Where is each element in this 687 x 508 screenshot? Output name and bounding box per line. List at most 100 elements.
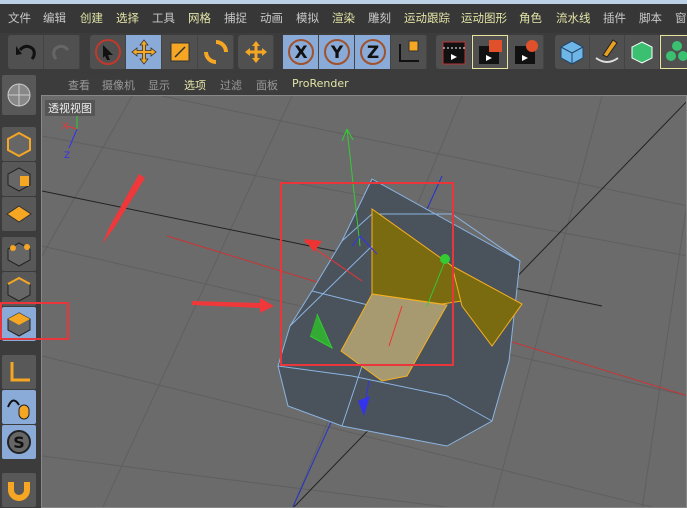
move-alt-group — [238, 35, 274, 69]
cube-button[interactable] — [555, 35, 590, 69]
tweak-mode-icon — [7, 399, 30, 420]
model-mode-icon — [7, 131, 31, 158]
perspective-viewport[interactable]: 透视视图 X Y Z — [41, 95, 687, 508]
menu-snap[interactable]: 捕捉 — [224, 10, 247, 26]
history-group — [8, 35, 80, 69]
tweak-mode-button[interactable] — [2, 390, 36, 424]
vp-menu-view[interactable]: 查看 — [68, 77, 90, 93]
subdivision-icon — [631, 41, 653, 64]
workplane-icon — [6, 205, 32, 223]
render-view-button[interactable] — [436, 35, 472, 69]
axis-mode-button[interactable] — [2, 355, 36, 389]
menu-script[interactable]: 脚本 — [639, 10, 662, 26]
menu-file[interactable]: 文件 — [8, 10, 31, 26]
z-axis-icon: Z — [359, 39, 386, 65]
redo-button[interactable] — [44, 35, 80, 69]
toolbar: X Y Z — [0, 33, 687, 71]
move-alt-button[interactable] — [238, 35, 274, 69]
move-button[interactable] — [126, 35, 162, 69]
menu-mesh[interactable]: 网格 — [188, 10, 211, 26]
menu-edit[interactable]: 编辑 — [43, 10, 66, 26]
world-coordinates-button[interactable] — [391, 35, 427, 69]
render-view-icon — [442, 41, 465, 65]
workplane-button[interactable] — [2, 197, 36, 231]
cube-icon — [560, 40, 584, 65]
make-editable-icon — [7, 83, 31, 107]
render-picture-viewer-button[interactable] — [472, 35, 508, 69]
move-icon — [130, 39, 157, 65]
z-axis-button[interactable]: Z — [355, 35, 391, 69]
make-editable-button[interactable] — [2, 75, 36, 115]
menu-motion-tracking[interactable]: 运动跟踪 — [404, 10, 450, 26]
menu-character[interactable]: 角色 — [519, 10, 542, 26]
svg-text:Z: Z — [366, 43, 378, 63]
render-picture-viewer-icon — [478, 40, 502, 64]
menu-tools[interactable]: 工具 — [152, 10, 175, 26]
objects-group — [555, 35, 687, 69]
rotate-button[interactable] — [198, 35, 234, 69]
rotate-icon — [203, 40, 228, 64]
viewport-menu: 查看 摄像机 显示 选项 过滤 面板 ProRender — [40, 73, 687, 95]
menu-sculpt[interactable]: 雕刻 — [368, 10, 391, 26]
menu-render[interactable]: 渲染 — [332, 10, 355, 26]
y-axis-button[interactable]: Y — [319, 35, 355, 69]
vp-menu-options[interactable]: 选项 — [184, 77, 206, 93]
svg-text:Z: Z — [64, 151, 70, 161]
snap-button[interactable] — [2, 473, 36, 507]
vp-menu-filter[interactable]: 过滤 — [220, 77, 242, 93]
vp-menu-cameras[interactable]: 摄像机 — [102, 77, 135, 93]
texture-mode-icon — [7, 167, 31, 192]
model-mode-button[interactable] — [2, 127, 36, 161]
annotation-arrows — [102, 174, 274, 313]
menu-animate[interactable]: 动画 — [260, 10, 283, 26]
menu-simulate[interactable]: 模拟 — [296, 10, 319, 26]
cloner-icon — [666, 41, 687, 61]
menu-pipeline[interactable]: 流水线 — [556, 10, 591, 26]
live-select-button[interactable] — [90, 35, 126, 69]
subdivision-button[interactable] — [625, 35, 660, 69]
x-axis-button[interactable]: X — [283, 35, 319, 69]
vp-menu-prorender[interactable]: ProRender — [292, 77, 349, 90]
y-axis-icon: Y — [323, 39, 350, 65]
svg-text:X: X — [294, 43, 307, 63]
edge-mode-button[interactable] — [2, 272, 36, 306]
undo-icon — [15, 44, 36, 60]
annotation-box-polygon-mode — [0, 302, 69, 340]
svg-text:Y: Y — [329, 43, 343, 63]
texture-mode-button[interactable] — [2, 162, 36, 196]
menu-window[interactable]: 窗 — [675, 10, 687, 26]
redo-icon — [51, 44, 69, 60]
left-mode-panel: S — [0, 71, 40, 508]
solo-button[interactable]: S — [2, 425, 36, 459]
edge-mode-icon — [7, 276, 31, 302]
world-coordinates-icon — [398, 40, 419, 62]
vp-menu-display[interactable]: 显示 — [148, 77, 170, 93]
svg-text:S: S — [13, 433, 25, 452]
transform-group — [90, 35, 234, 69]
annotation-arrow — [102, 174, 145, 244]
pen-button[interactable] — [590, 35, 625, 69]
x-axis-icon: X — [287, 39, 314, 65]
undo-button[interactable] — [8, 35, 44, 69]
snap-icon — [8, 482, 30, 501]
move-alt-icon — [244, 41, 267, 63]
scale-icon — [170, 42, 189, 62]
render-settings-icon — [514, 40, 538, 64]
menu-create[interactable]: 创建 — [80, 10, 103, 26]
menu-mograph[interactable]: 运动图形 — [461, 10, 507, 26]
menu-bar: 文件 编辑 创建 选择 工具 网格 捕捉 动画 模拟 渲染 雕刻 运动跟踪 运动… — [0, 0, 687, 33]
svg-text:X: X — [62, 122, 68, 132]
pen-icon — [595, 39, 619, 63]
solo-icon: S — [7, 430, 31, 454]
render-settings-button[interactable] — [508, 35, 544, 69]
axis-mode-icon — [10, 362, 30, 382]
viewport-title: 透视视图 — [45, 100, 95, 116]
scale-button[interactable] — [162, 35, 198, 69]
annotation-arrow — [192, 298, 274, 313]
point-mode-button[interactable] — [2, 237, 36, 271]
menu-select[interactable]: 选择 — [116, 10, 139, 26]
cloner-button[interactable] — [660, 35, 687, 69]
vp-menu-panel[interactable]: 面板 — [256, 77, 278, 93]
render-group — [436, 35, 544, 69]
menu-plugins[interactable]: 插件 — [603, 10, 626, 26]
